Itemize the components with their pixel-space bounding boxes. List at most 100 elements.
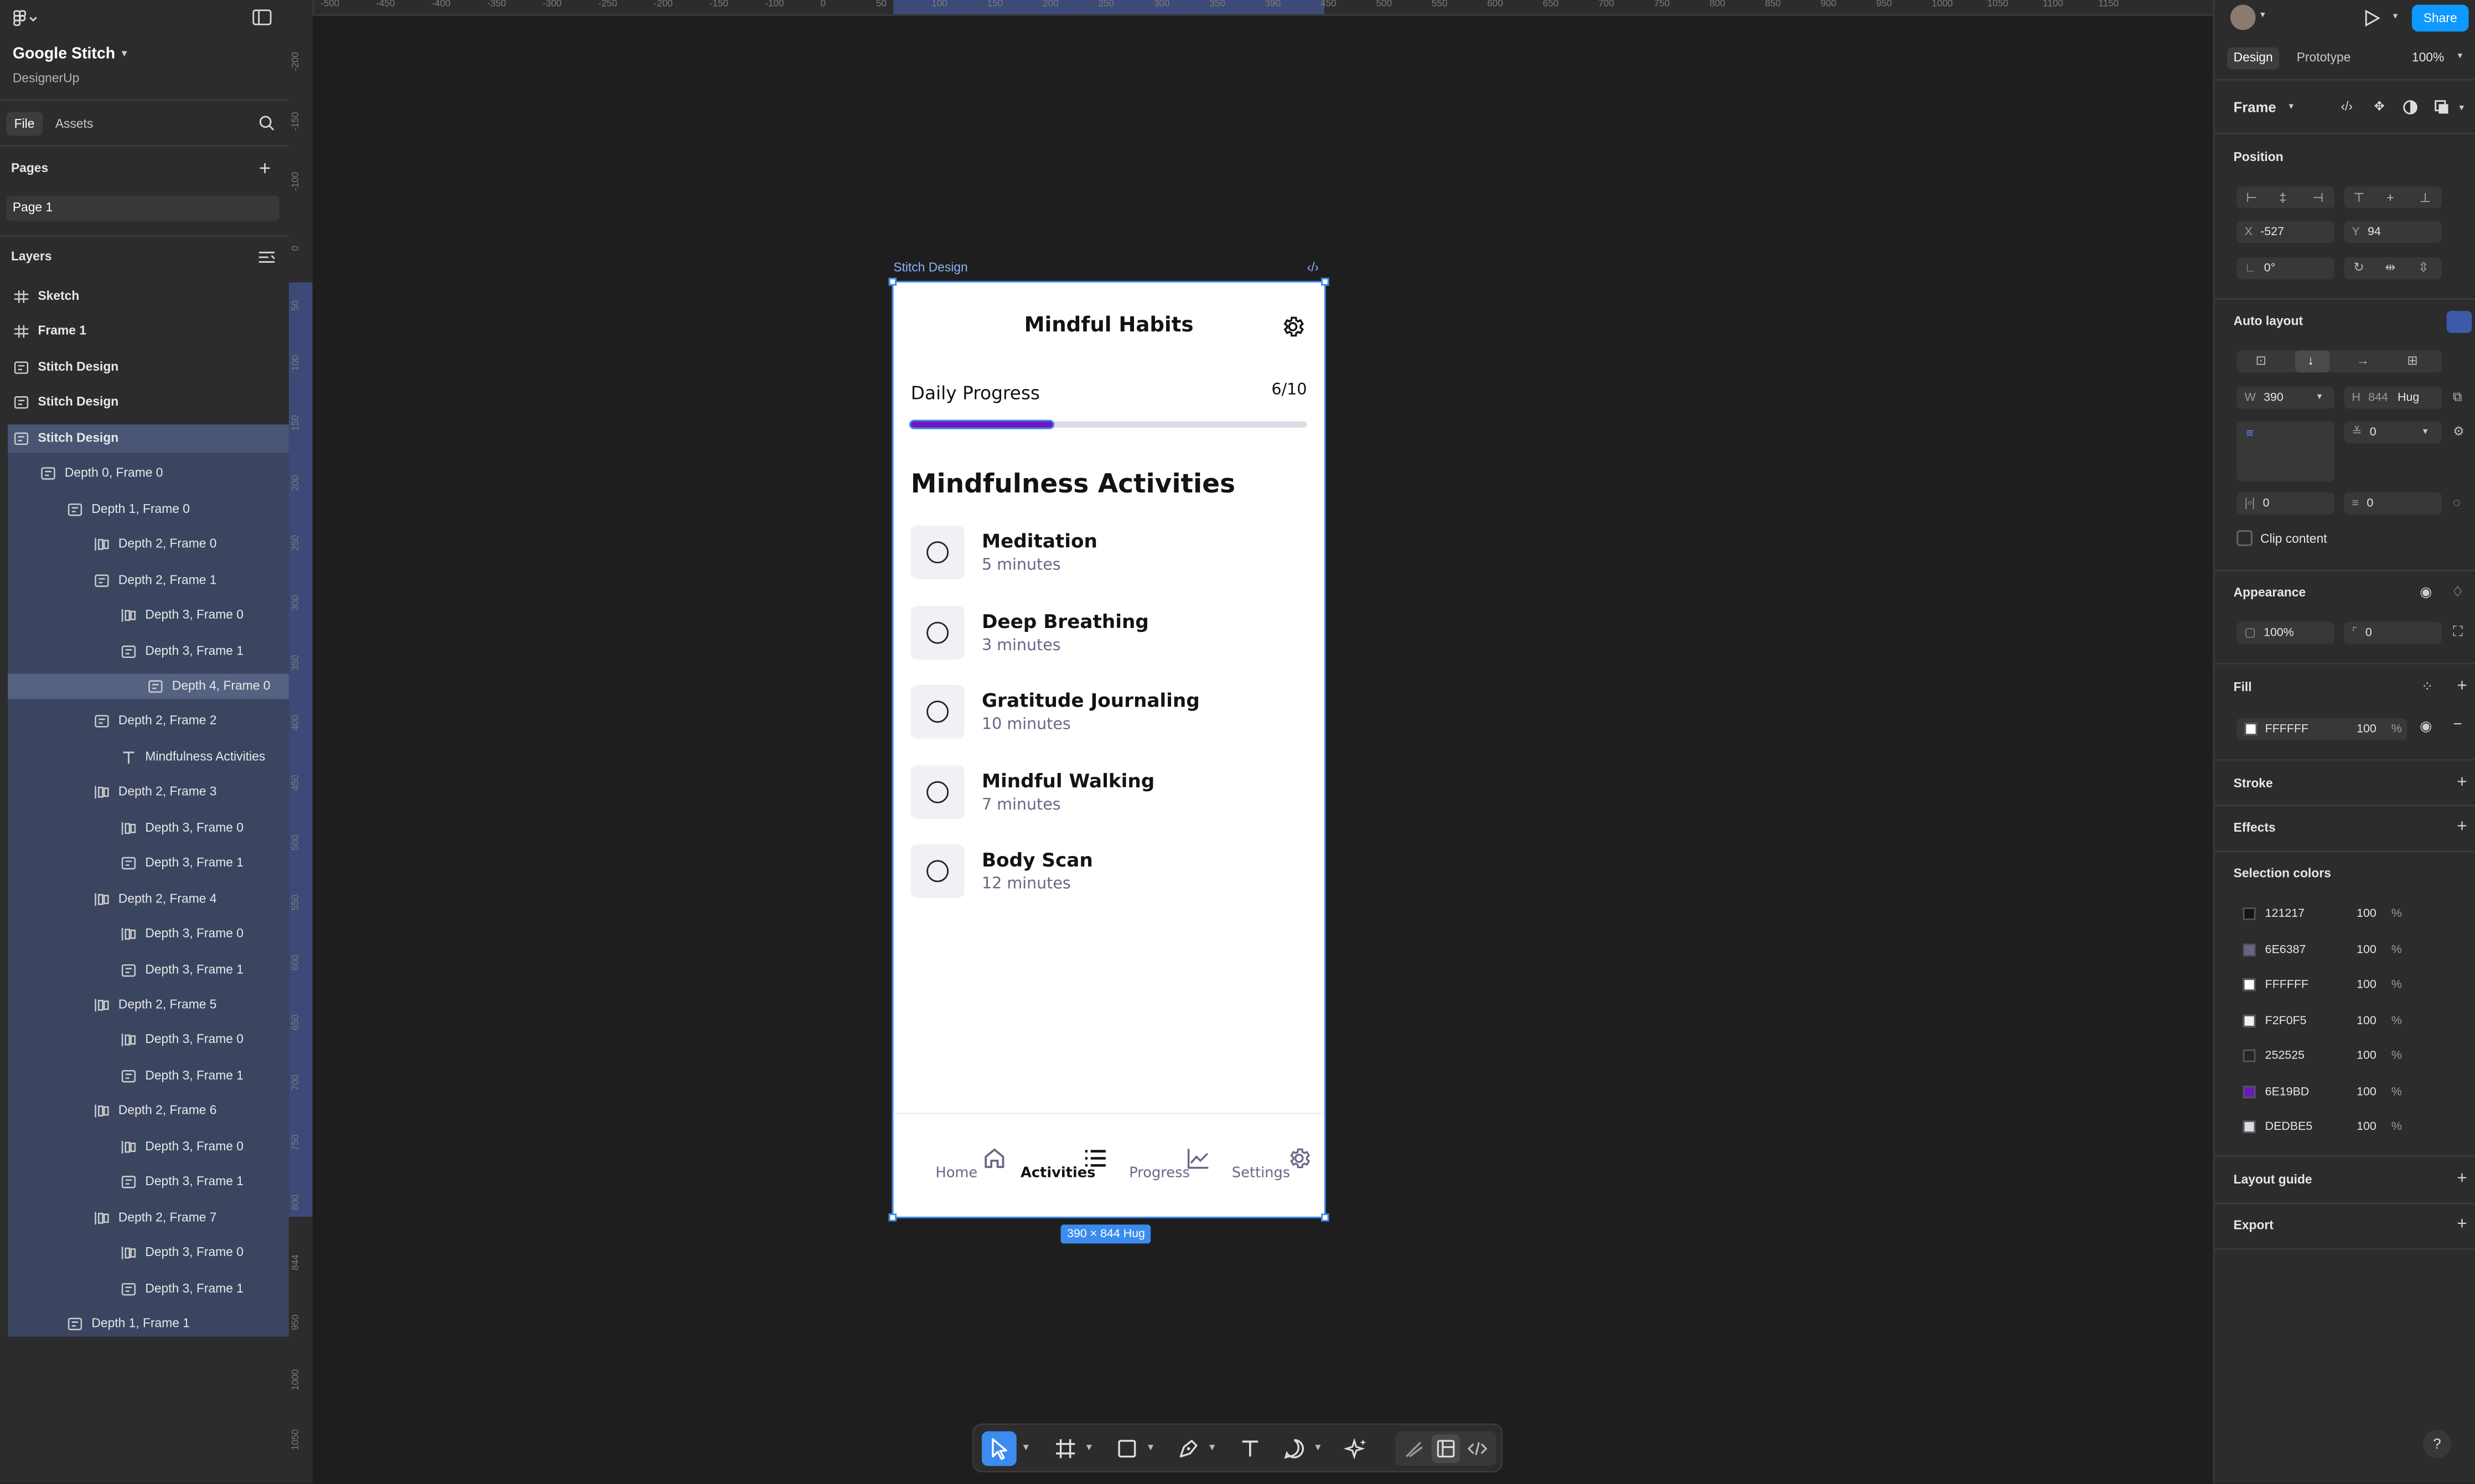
figma-menu-icon[interactable] bbox=[13, 9, 38, 28]
color-swatch[interactable] bbox=[2243, 1014, 2256, 1027]
color-swatch[interactable] bbox=[2243, 1049, 2256, 1062]
vertical-align-group[interactable]: ⊤ + ⊥ bbox=[2344, 186, 2442, 209]
activity-checkbox[interactable] bbox=[910, 605, 965, 659]
transform-group[interactable]: ↻ ⇹ ⇳ bbox=[2344, 257, 2442, 279]
rotate-icon[interactable]: ↻ bbox=[2353, 261, 2364, 275]
tab-design[interactable]: Design bbox=[2227, 47, 2280, 70]
padding-v-value[interactable]: 0 bbox=[2367, 496, 2373, 510]
height-field[interactable]: H 844 Hug bbox=[2344, 386, 2442, 409]
chevron-down-icon[interactable]: ▾ bbox=[2423, 426, 2428, 437]
fill-row[interactable]: FFFFFF 100 % bbox=[2236, 718, 2407, 740]
advanced-layout-icon[interactable]: ⚙ bbox=[2453, 424, 2464, 439]
settings-gear-icon[interactable] bbox=[1280, 314, 1306, 340]
activity-checkbox[interactable] bbox=[910, 684, 965, 739]
pen-tool-icon[interactable] bbox=[1174, 1435, 1203, 1463]
sidebar-toggle-icon[interactable] bbox=[252, 9, 272, 25]
align-top-icon[interactable]: ⊤ bbox=[2353, 191, 2364, 205]
align-right-icon[interactable]: ⊣ bbox=[2312, 191, 2323, 205]
clip-content-checkbox[interactable] bbox=[2236, 530, 2253, 546]
search-icon[interactable] bbox=[259, 115, 275, 131]
h-mode[interactable]: Hug bbox=[2398, 390, 2419, 404]
layout-grid-icon[interactable]: ⊞ bbox=[2407, 354, 2417, 368]
chevron-down-icon[interactable]: ▾ bbox=[2260, 9, 2265, 20]
frame-tool-icon[interactable] bbox=[1051, 1435, 1079, 1463]
design-mode-icon[interactable] bbox=[1431, 1434, 1461, 1463]
ai-tools-icon[interactable] bbox=[1342, 1435, 1370, 1463]
align-center-icon[interactable]: ‡ bbox=[2279, 191, 2286, 205]
rotation-field[interactable]: ∟ 0° bbox=[2236, 257, 2335, 279]
blend-mode-drop-icon[interactable]: ♢ bbox=[2451, 584, 2464, 601]
color-swatch[interactable] bbox=[2243, 943, 2256, 956]
code-icon[interactable]: ‹/› bbox=[2341, 100, 2353, 114]
opacity-field[interactable]: ▢ 100% bbox=[2236, 621, 2335, 644]
color-opacity[interactable]: 100 bbox=[2357, 974, 2376, 996]
layout-direction-group[interactable]: ⊡ ↓ → ⊞ bbox=[2236, 350, 2442, 373]
fill-hex[interactable]: FFFFFF bbox=[2265, 721, 2308, 735]
add-export-plus-icon[interactable]: + bbox=[2457, 1215, 2467, 1234]
zoom-level[interactable]: 100% bbox=[2412, 50, 2444, 65]
x-position-field[interactable]: X -527 bbox=[2236, 221, 2335, 243]
selection-color-row[interactable]: DEDBE5 100% bbox=[2236, 1115, 2407, 1138]
resize-handle[interactable] bbox=[888, 1213, 897, 1222]
add-stroke-plus-icon[interactable]: + bbox=[2457, 773, 2467, 792]
horizontal-align-group[interactable]: ⊢ ‡ ⊣ bbox=[2236, 186, 2335, 209]
color-swatch[interactable] bbox=[2243, 1085, 2256, 1098]
vertical-padding-field[interactable]: ≡ 0 bbox=[2344, 492, 2442, 515]
layout-horizontal-icon[interactable]: → bbox=[2357, 354, 2369, 368]
independent-corners-icon[interactable]: ⛶ bbox=[2453, 624, 2463, 641]
horizontal-padding-field[interactable]: |▫| 0 bbox=[2236, 492, 2335, 515]
align-bottom-icon[interactable]: ⊥ bbox=[2420, 191, 2431, 205]
gap-value[interactable]: 0 bbox=[2370, 424, 2376, 439]
color-swatch[interactable] bbox=[2243, 907, 2256, 920]
color-hex[interactable]: 6E6387 bbox=[2265, 938, 2306, 961]
color-opacity[interactable]: 100 bbox=[2357, 1080, 2376, 1102]
remove-fill-minus-icon[interactable]: − bbox=[2453, 717, 2462, 734]
corner-radius-field[interactable]: ⌜ 0 bbox=[2344, 621, 2442, 644]
h-value[interactable]: 844 bbox=[2368, 390, 2388, 404]
play-icon[interactable] bbox=[2364, 9, 2380, 27]
nav-item-home[interactable]: Home bbox=[906, 1114, 1007, 1218]
y-position-field[interactable]: Y 94 bbox=[2344, 221, 2442, 243]
activity-item[interactable]: Deep Breathing 3 minutes bbox=[910, 605, 1307, 659]
selection-color-row[interactable]: 121217 100% bbox=[2236, 902, 2407, 925]
activity-item[interactable]: Mindful Walking 7 minutes bbox=[910, 764, 1307, 818]
move-tool-button[interactable] bbox=[981, 1431, 1017, 1466]
text-tool-icon[interactable] bbox=[1236, 1435, 1264, 1463]
rectangle-tool-icon[interactable] bbox=[1113, 1435, 1141, 1463]
team-name[interactable]: DesignerUp bbox=[13, 71, 79, 85]
opacity-value[interactable]: 100% bbox=[2264, 625, 2294, 639]
resize-handle[interactable] bbox=[1321, 277, 1329, 286]
page-item-page-1[interactable]: Page 1 bbox=[6, 195, 279, 221]
chevron-down-icon[interactable]: ▼ bbox=[1146, 1444, 1156, 1454]
activity-checkbox[interactable] bbox=[910, 525, 965, 579]
add-page-plus-icon[interactable]: + bbox=[259, 158, 271, 178]
w-value[interactable]: 390 bbox=[2264, 390, 2284, 404]
selection-color-row[interactable]: FFFFFF 100% bbox=[2236, 974, 2407, 996]
mask-icon[interactable] bbox=[2402, 100, 2419, 116]
component-icon[interactable]: ✥ bbox=[2374, 100, 2384, 114]
alignment-grid[interactable]: ≡ bbox=[2236, 421, 2335, 481]
selection-color-row[interactable]: 6E6387 100% bbox=[2236, 938, 2407, 961]
selection-color-row[interactable]: 6E19BD 100% bbox=[2236, 1080, 2407, 1102]
frame-name-label[interactable]: Stitch Design bbox=[893, 261, 967, 275]
frame-type-dropdown[interactable]: Frame bbox=[2234, 100, 2276, 116]
file-menu-chevron-icon[interactable]: ▾ bbox=[122, 48, 127, 60]
tab-file[interactable]: File bbox=[6, 112, 43, 136]
activity-checkbox[interactable] bbox=[910, 844, 965, 898]
color-opacity[interactable]: 100 bbox=[2357, 1115, 2376, 1138]
code-icon[interactable]: ‹/› bbox=[1307, 261, 1319, 275]
fill-opacity[interactable]: 100 bbox=[2357, 718, 2376, 740]
flip-horizontal-icon[interactable]: ⇹ bbox=[2385, 261, 2395, 275]
color-hex[interactable]: 252525 bbox=[2265, 1045, 2305, 1067]
color-hex[interactable]: F2F0F5 bbox=[2265, 1009, 2307, 1031]
dev-mode-code-icon[interactable] bbox=[1463, 1435, 1492, 1463]
resize-handle[interactable] bbox=[1321, 1213, 1329, 1222]
x-value[interactable]: -527 bbox=[2260, 224, 2284, 238]
chevron-down-icon[interactable]: ▾ bbox=[2459, 102, 2464, 113]
comment-tool-icon[interactable] bbox=[1280, 1435, 1308, 1463]
add-layout-guide-plus-icon[interactable]: + bbox=[2457, 1169, 2467, 1188]
padding-h-value[interactable]: 0 bbox=[2263, 496, 2270, 510]
padding-individual-icon[interactable]: ◌ bbox=[2453, 496, 2461, 510]
draw-mode-icon[interactable] bbox=[1400, 1435, 1428, 1463]
color-hex[interactable]: DEDBE5 bbox=[2265, 1115, 2313, 1138]
